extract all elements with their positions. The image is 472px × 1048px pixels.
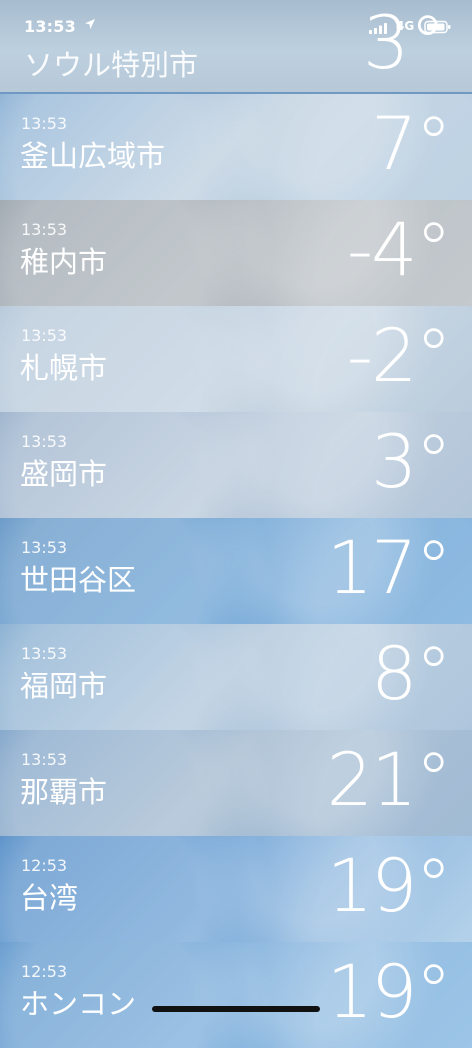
temperature: 3° — [371, 420, 452, 505]
location-name: 札幌市 — [20, 351, 108, 385]
weather-location-list: ソウル特別市 3° 13:53 釜山広域市 7° 13:53 稚内市 -4° 1… — [0, 0, 472, 1048]
local-time: 13:53 — [21, 432, 68, 451]
temperature: 21° — [326, 738, 452, 823]
battery-icon — [424, 20, 451, 34]
location-name: ホンコン — [20, 987, 137, 1021]
location-arrow-icon — [85, 19, 95, 29]
weather-location-row[interactable]: 12:53 台湾 19° — [0, 836, 472, 942]
weather-location-row[interactable]: 13:53 釜山広域市 7° — [0, 94, 472, 200]
temperature: 7° — [371, 102, 452, 187]
temperature: 19° — [326, 950, 452, 1035]
local-time: 13:53 — [21, 750, 68, 769]
signal-bars-icon — [369, 23, 387, 34]
network-label: 4G — [396, 19, 415, 33]
location-name: 台湾 — [20, 881, 79, 915]
weather-location-row[interactable]: 12:53 ホンコン 19° — [0, 942, 472, 1048]
local-time: 13:53 — [21, 220, 68, 239]
local-time: 13:53 — [21, 114, 68, 133]
local-time: 13:53 — [21, 326, 68, 345]
weather-location-row[interactable]: 13:53 世田谷区 17° — [0, 518, 472, 624]
location-name: 福岡市 — [20, 669, 108, 703]
temperature: -2° — [346, 314, 452, 399]
location-name: 世田谷区 — [20, 563, 137, 597]
weather-location-row[interactable]: 13:53 盛岡市 3° — [0, 412, 472, 518]
local-time: 12:53 — [21, 962, 68, 981]
location-name: ソウル特別市 — [24, 48, 199, 82]
status-time: 13:53 — [24, 17, 76, 36]
weather-location-row[interactable]: 13:53 札幌市 -2° — [0, 306, 472, 412]
temperature: 17° — [326, 526, 452, 611]
weather-location-row[interactable]: 13:53 稚内市 -4° — [0, 200, 472, 306]
local-time: 12:53 — [21, 856, 68, 875]
weather-location-row[interactable]: 13:53 福岡市 8° — [0, 624, 472, 730]
temperature: -4° — [346, 208, 452, 293]
location-name: 稚内市 — [20, 245, 108, 279]
home-indicator[interactable] — [152, 1006, 320, 1012]
local-time: 13:53 — [21, 538, 68, 557]
location-name: 釜山広域市 — [20, 139, 166, 173]
status-bar: 13:53 4G — [0, 0, 472, 44]
local-time: 13:53 — [21, 644, 68, 663]
weather-location-row[interactable]: 13:53 那覇市 21° — [0, 730, 472, 836]
temperature: 8° — [371, 632, 452, 717]
temperature: 19° — [326, 844, 452, 929]
location-name: 那覇市 — [20, 775, 108, 809]
location-name: 盛岡市 — [20, 457, 108, 491]
